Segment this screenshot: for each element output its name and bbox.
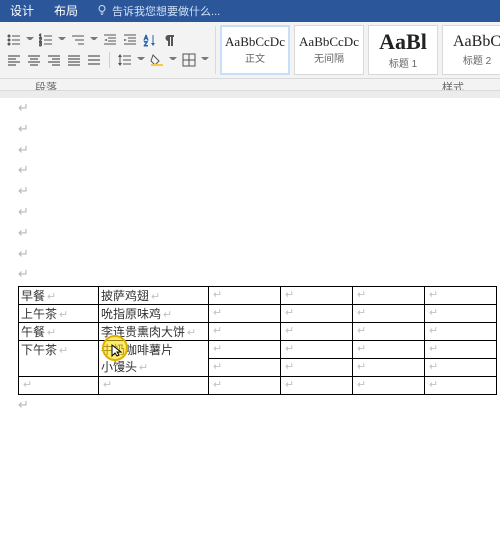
cell-empty[interactable]: ↵	[209, 377, 281, 395]
cell-empty[interactable]: ↵	[281, 341, 353, 359]
cell-label[interactable]: ↵	[19, 377, 99, 395]
paragraph-mark: ↵	[0, 98, 500, 119]
svg-text:Z: Z	[144, 42, 148, 47]
paragraph-mark: ↵	[0, 223, 500, 244]
paragraph-mark: ↵	[0, 181, 500, 202]
cell-empty[interactable]: ↵	[425, 359, 497, 377]
paragraph-mark: ↵	[0, 119, 500, 140]
cell-content[interactable]: 李连贵熏肉大饼↵	[99, 323, 209, 341]
ribbon-tab-bar: 设计 布局 告诉我您想要做什么...	[0, 0, 500, 22]
cell-empty[interactable]: ↵	[281, 305, 353, 323]
cell-label[interactable]: 午餐↵	[19, 323, 99, 341]
style-sample: AaBbC	[453, 34, 500, 50]
cell-empty[interactable]: ↵	[425, 323, 497, 341]
ribbon-body: 123 AZ	[0, 22, 500, 79]
cell-empty[interactable]: ↵	[353, 305, 425, 323]
empty-paragraphs: ↵↵↵↵↵↵↵↵↵	[0, 98, 500, 285]
chevron-down-icon[interactable]	[90, 32, 98, 48]
align-left-icon[interactable]	[6, 52, 22, 68]
ribbon-tab-design[interactable]: 设计	[0, 0, 44, 22]
align-justify-icon[interactable]	[66, 52, 82, 68]
paragraph-mark: ↵	[18, 395, 497, 416]
align-distributed-icon[interactable]	[86, 52, 102, 68]
cell-content[interactable]: ↵	[99, 377, 209, 395]
cell-empty[interactable]: ↵	[281, 359, 353, 377]
indent-decrease-icon[interactable]	[102, 32, 118, 48]
paragraph-mark: ↵	[0, 140, 500, 161]
cell-empty[interactable]: ↵	[209, 341, 281, 359]
cell-empty[interactable]: ↵	[353, 323, 425, 341]
style-label: 无间隔	[314, 50, 344, 65]
style-label: 标题 1	[389, 55, 417, 70]
cell-label[interactable]: 下午茶↵	[19, 341, 99, 377]
tell-me-search[interactable]: 告诉我您想要做什么...	[88, 3, 220, 19]
indent-increase-icon[interactable]	[122, 32, 138, 48]
align-center-icon[interactable]	[26, 52, 42, 68]
paragraph-mark: ↵	[0, 160, 500, 181]
cell-empty[interactable]: ↵	[425, 377, 497, 395]
cell-label[interactable]: 早餐↵	[19, 287, 99, 305]
table-row[interactable]: 午餐↵李连贵熏肉大饼↵↵↵↵↵	[19, 323, 497, 341]
style-sample: AaBbCcDc	[299, 35, 359, 48]
cell-empty[interactable]: ↵	[209, 305, 281, 323]
style-gallery: AaBbCcDc正文AaBbCcDc无间隔AaBl标题 1AaBbC标题 2Aa…	[216, 22, 500, 78]
paragraph-group: 123 AZ	[0, 22, 215, 78]
table-row[interactable]: 早餐↵披萨鸡翅↵↵↵↵↵	[19, 287, 497, 305]
numbering-icon[interactable]: 123	[38, 32, 54, 48]
cell-label[interactable]: 上午茶↵	[19, 305, 99, 323]
style-card-0[interactable]: AaBbCcDc 正文	[220, 25, 290, 75]
tell-me-placeholder: 告诉我您想要做什么...	[112, 3, 220, 19]
style-label: 标题 2	[463, 52, 491, 67]
align-right-icon[interactable]	[46, 52, 62, 68]
style-sample: AaBbCcDc	[225, 35, 285, 48]
table-row[interactable]: 下午茶↵牛奶咖啡薯片小馒头↵↵↵↵↵	[19, 341, 497, 359]
meal-table[interactable]: 早餐↵披萨鸡翅↵↵↵↵↵上午茶↵吮指原味鸡↵↵↵↵↵午餐↵李连贵熏肉大饼↵↵↵↵…	[18, 286, 497, 395]
cell-empty[interactable]: ↵	[281, 287, 353, 305]
paragraph-mark: ↵	[0, 244, 500, 265]
cell-empty[interactable]: ↵	[353, 377, 425, 395]
cell-empty[interactable]: ↵	[209, 287, 281, 305]
chevron-down-icon[interactable]	[201, 52, 209, 68]
chevron-down-icon[interactable]	[58, 32, 66, 48]
table-row[interactable]: ↵↵↵↵↵↵	[19, 377, 497, 395]
shading-icon[interactable]	[149, 52, 165, 68]
cell-empty[interactable]: ↵	[353, 359, 425, 377]
style-card-2[interactable]: AaBl 标题 1	[368, 25, 438, 75]
style-label: 正文	[245, 50, 265, 65]
style-sample: AaBl	[379, 31, 427, 53]
bullets-icon[interactable]	[6, 32, 22, 48]
cell-content[interactable]: 牛奶咖啡薯片小馒头↵	[99, 341, 209, 377]
table-row[interactable]: 上午茶↵吮指原味鸡↵↵↵↵↵	[19, 305, 497, 323]
cell-empty[interactable]: ↵	[209, 323, 281, 341]
chevron-down-icon[interactable]	[26, 32, 34, 48]
paragraph-mark: ↵	[0, 202, 500, 223]
separator	[109, 52, 110, 68]
svg-text:3: 3	[39, 42, 42, 47]
cell-empty[interactable]: ↵	[209, 359, 281, 377]
cell-empty[interactable]: ↵	[353, 287, 425, 305]
pilcrow-icon[interactable]	[162, 32, 178, 48]
line-spacing-icon[interactable]	[117, 52, 133, 68]
ribbon-tab-layout[interactable]: 布局	[44, 0, 88, 22]
cell-empty[interactable]: ↵	[425, 341, 497, 359]
cell-empty[interactable]: ↵	[281, 323, 353, 341]
cell-empty[interactable]: ↵	[353, 341, 425, 359]
chevron-down-icon[interactable]	[169, 52, 177, 68]
ribbon-group-label-bar: 段落 样式	[0, 79, 500, 100]
style-card-3[interactable]: AaBbC 标题 2	[442, 25, 500, 75]
document-page[interactable]: ↵↵↵↵↵↵↵↵↵ 早餐↵披萨鸡翅↵↵↵↵↵上午茶↵吮指原味鸡↵↵↵↵↵午餐↵李…	[0, 98, 500, 551]
borders-icon[interactable]	[181, 52, 197, 68]
paragraph-mark: ↵	[0, 264, 500, 285]
style-card-1[interactable]: AaBbCcDc 无间隔	[294, 25, 364, 75]
cell-empty[interactable]: ↵	[281, 377, 353, 395]
sort-icon[interactable]: AZ	[142, 32, 158, 48]
cell-empty[interactable]: ↵	[425, 305, 497, 323]
cell-content[interactable]: 吮指原味鸡↵	[99, 305, 209, 323]
cell-content[interactable]: 披萨鸡翅↵	[99, 287, 209, 305]
multilevel-icon[interactable]	[70, 32, 86, 48]
lightbulb-icon	[96, 4, 108, 19]
cell-empty[interactable]: ↵	[425, 287, 497, 305]
chevron-down-icon[interactable]	[137, 52, 145, 68]
